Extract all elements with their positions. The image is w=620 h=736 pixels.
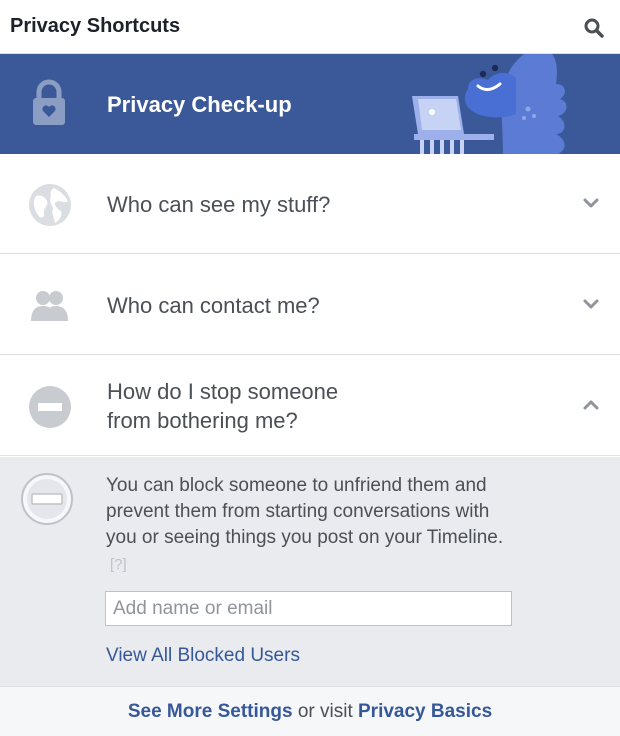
globe-icon [29, 184, 71, 226]
lock-icon [33, 79, 65, 125]
privacy-checkup-label: Privacy Check-up [107, 92, 292, 117]
privacy-shortcuts-header: Privacy Shortcuts [0, 0, 620, 54]
block-icon [29, 386, 71, 428]
row-label: How do I stop someone from bothering me? [107, 377, 407, 435]
chevron-down-icon[interactable] [582, 298, 600, 310]
block-icon [21, 473, 73, 525]
footer-separator-text: or visit [292, 701, 358, 722]
row-label-line1: How do I stop someone [107, 379, 339, 404]
row-label-line2: from bothering me? [107, 408, 298, 433]
search-icon[interactable] [583, 17, 605, 39]
who-can-see-my-stuff-row[interactable]: Who can see my stuff? [0, 154, 620, 254]
footer: See More Settings or visit Privacy Basic… [0, 686, 620, 736]
row-label: Who can see my stuff? [107, 192, 331, 217]
dinosaur-mascot-illustration [412, 54, 567, 154]
privacy-checkup-banner[interactable]: Privacy Check-up [0, 54, 620, 154]
chevron-up-icon[interactable] [582, 399, 600, 411]
add-name-or-email-input[interactable] [105, 591, 512, 626]
help-link[interactable]: [?] [110, 556, 127, 573]
header-notch [545, 0, 569, 2]
how-do-i-stop-someone-row[interactable]: How do I stop someone from bothering me? [0, 356, 620, 456]
row-label: Who can contact me? [107, 293, 320, 318]
block-users-panel: You can block someone to unfriend them a… [0, 457, 620, 686]
chevron-down-icon[interactable] [582, 197, 600, 209]
block-description-text: You can block someone to unfriend them a… [106, 475, 504, 548]
block-description: You can block someone to unfriend them a… [106, 473, 516, 578]
page-title: Privacy Shortcuts [10, 15, 181, 37]
people-icon [31, 291, 68, 321]
privacy-basics-link[interactable]: Privacy Basics [358, 701, 492, 722]
see-more-settings-link[interactable]: See More Settings [128, 701, 293, 722]
view-all-blocked-users-link[interactable]: View All Blocked Users [106, 645, 300, 667]
who-can-contact-me-row[interactable]: Who can contact me? [0, 255, 620, 355]
